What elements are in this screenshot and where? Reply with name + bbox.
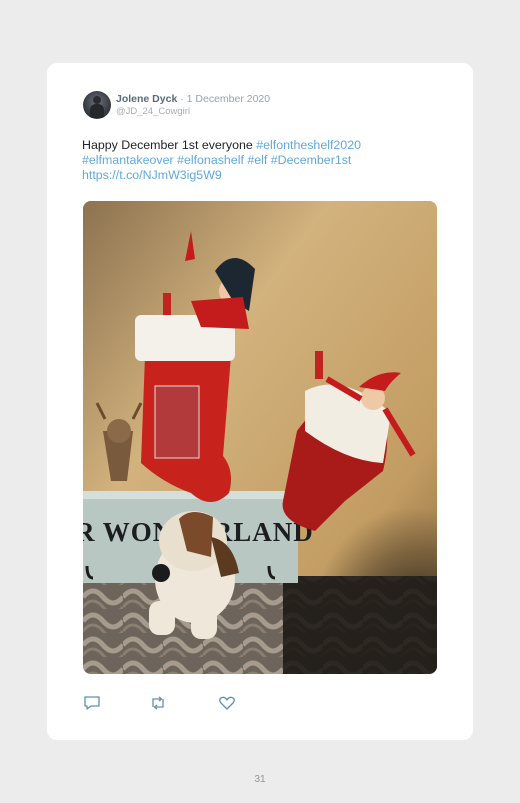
hashtag-link[interactable]: #elfmantakeover (82, 153, 174, 167)
page-number: 31 (254, 774, 266, 785)
avatar[interactable] (83, 91, 111, 119)
tweet-date[interactable]: 1 December 2020 (187, 93, 270, 105)
header-separator: · (177, 93, 187, 105)
photo-illustration: R WONDERLAND (83, 201, 437, 674)
tweet-photo[interactable]: R WONDERLAND (83, 201, 437, 674)
heart-icon[interactable] (218, 695, 236, 711)
hashtag-link[interactable]: #elfontheshelf2020 (256, 138, 361, 152)
tweet-text: Happy December 1st everyone #elfontheshe… (82, 138, 452, 183)
tweet-actions (83, 695, 283, 711)
tweet-header: Jolene Dyck · 1 December 2020 (116, 93, 270, 105)
hashtag-link[interactable]: #December1st (271, 153, 352, 167)
author-name[interactable]: Jolene Dyck (116, 93, 177, 105)
hashtag-link[interactable]: #elf (247, 153, 267, 167)
tweet-card: Jolene Dyck · 1 December 2020 @JD_24_Cow… (47, 63, 473, 740)
author-handle[interactable]: @JD_24_Cowgirl (116, 106, 190, 117)
tweet-text-plain: Happy December 1st everyone (82, 138, 257, 152)
reply-icon[interactable] (83, 695, 101, 711)
tweet-url-link[interactable]: https://t.co/NJmW3ig5W9 (82, 168, 222, 182)
hashtag-link[interactable]: #elfonashelf (177, 153, 244, 167)
retweet-icon[interactable] (149, 695, 167, 711)
